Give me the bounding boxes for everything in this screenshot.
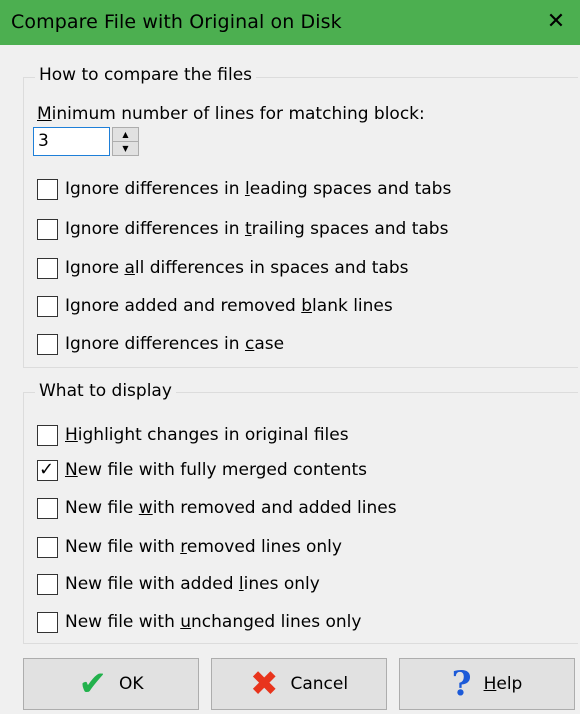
ok-label: OK <box>118 674 144 694</box>
checkbox-label: Ignore differences in case <box>65 334 285 354</box>
display-group-legend: What to display <box>35 381 176 401</box>
spin-down-button[interactable]: ▼ <box>112 141 139 156</box>
checkmark-icon: ✓ <box>39 458 55 480</box>
checkbox-option[interactable]: New file with added lines only <box>37 572 320 596</box>
spin-up-button[interactable]: ▲ <box>112 127 139 142</box>
question-icon: ? <box>451 664 472 704</box>
checkbox[interactable] <box>37 611 58 633</box>
compare-group-legend: How to compare the files <box>35 65 257 85</box>
checkbox-option[interactable]: Ignore differences in trailing spaces an… <box>37 217 448 241</box>
checkbox[interactable] <box>37 218 58 240</box>
cancel-label: Cancel <box>290 674 349 694</box>
title-bar[interactable]: Compare File with Original on Disk ✕ <box>0 0 580 45</box>
checkbox-option[interactable]: New file with removed lines only <box>37 535 342 559</box>
checkbox-option[interactable]: New file with unchanged lines only <box>37 610 361 634</box>
checkmark-icon: ✔ <box>78 664 107 704</box>
checkbox-option[interactable]: Ignore all differences in spaces and tab… <box>37 256 409 280</box>
window-title: Compare File with Original on Disk <box>11 11 342 33</box>
checkbox-label: New file with removed and added lines <box>65 498 397 518</box>
checkbox[interactable] <box>37 497 58 519</box>
checkbox-label: Ignore differences in trailing spaces an… <box>65 219 449 239</box>
checkbox-label: New file with fully merged contents <box>65 460 368 480</box>
help-button[interactable]: ? Help <box>399 658 575 710</box>
cancel-button[interactable]: ✖ Cancel <box>211 658 387 710</box>
ok-button[interactable]: ✔ OK <box>23 658 199 710</box>
min-lines-label: Minimum number of lines for matching blo… <box>37 104 425 124</box>
checkbox-option[interactable]: Highlight changes in original files <box>37 423 349 447</box>
help-label: Help <box>483 674 523 694</box>
checkbox[interactable] <box>37 333 58 355</box>
close-icon[interactable]: ✕ <box>537 3 575 41</box>
checkbox-label: New file with added lines only <box>65 574 320 594</box>
checkbox-option[interactable]: Ignore differences in leading spaces and… <box>37 177 451 201</box>
cross-icon: ✖ <box>249 664 279 704</box>
checkbox-option[interactable]: ✓ New file with fully merged contents <box>37 458 367 482</box>
checkbox-label: New file with unchanged lines only <box>65 612 362 632</box>
checkbox-option[interactable]: Ignore added and removed blank lines <box>37 294 393 318</box>
min-lines-spinner[interactable]: ▲ ▼ <box>112 127 139 156</box>
checkbox-option[interactable]: Ignore differences in case <box>37 332 284 356</box>
checkbox-label: Ignore differences in leading spaces and… <box>65 179 452 199</box>
checkbox[interactable] <box>37 295 58 317</box>
checkbox[interactable] <box>37 536 58 558</box>
checkbox-label: Highlight changes in original files <box>65 425 349 445</box>
checkbox[interactable] <box>37 424 58 446</box>
checkbox-option[interactable]: New file with removed and added lines <box>37 496 397 520</box>
checkbox-label: Ignore all differences in spaces and tab… <box>65 258 409 278</box>
checkbox[interactable] <box>37 257 58 279</box>
checkbox[interactable] <box>37 573 58 595</box>
checkbox-label: Ignore added and removed blank lines <box>65 296 393 316</box>
checkbox[interactable] <box>37 178 58 200</box>
checkbox[interactable]: ✓ <box>37 458 58 481</box>
checkbox-label: New file with removed lines only <box>65 537 342 557</box>
min-lines-input[interactable]: 3 <box>33 127 110 156</box>
